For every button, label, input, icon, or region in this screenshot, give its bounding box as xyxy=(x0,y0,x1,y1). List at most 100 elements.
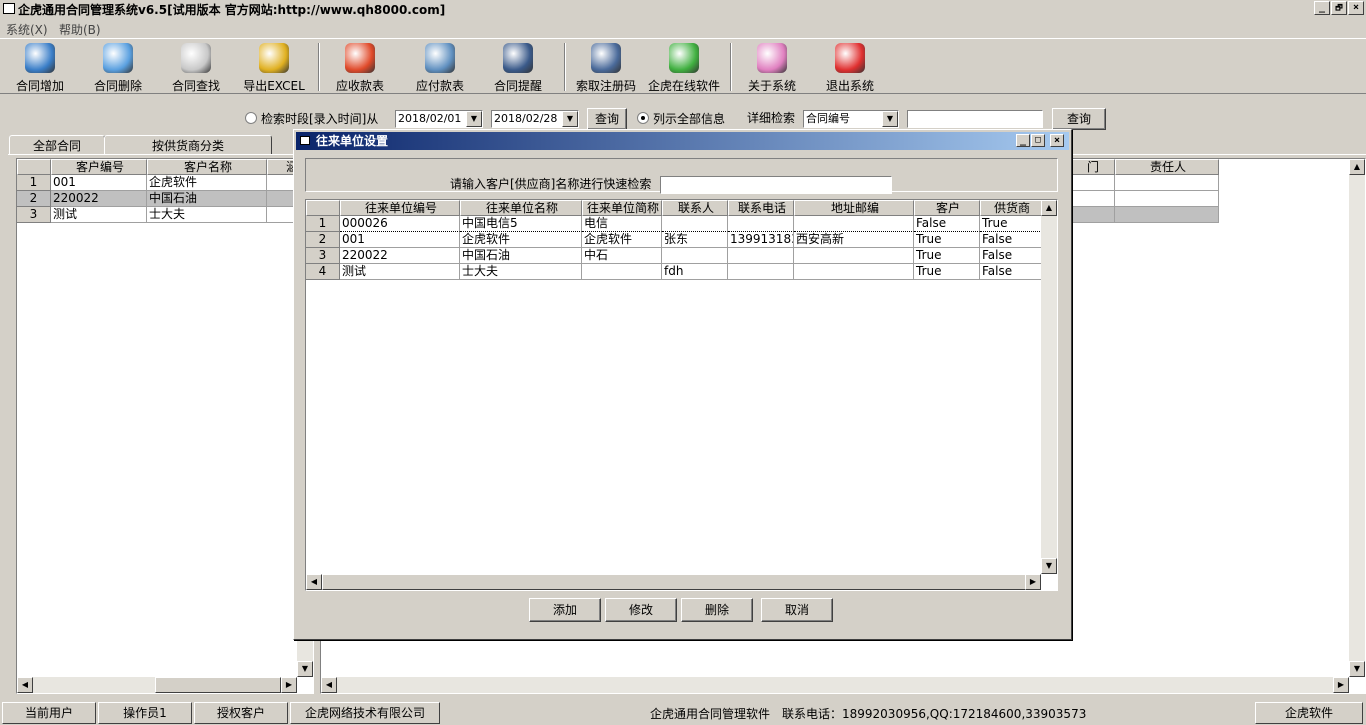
row-number: 2 xyxy=(306,232,340,248)
database-add-icon xyxy=(25,43,55,73)
toolbar-button-8[interactable]: 企虎在线软件 xyxy=(646,41,722,93)
quick-search-label: 请输入客户[供应商]名称进行快速检索 xyxy=(450,177,652,191)
toolbar-label: 合同查找 xyxy=(171,79,220,93)
toolbar-label: 应收款表 xyxy=(335,79,384,93)
toolbar-separator xyxy=(564,43,566,91)
query-button[interactable]: 查询 xyxy=(587,108,627,130)
col-customer-id[interactable]: 客户编号 xyxy=(51,159,147,175)
dialog-hscroll[interactable]: ◀ ▶ xyxy=(306,574,1041,590)
minimize-button[interactable]: _ xyxy=(1314,1,1330,15)
cell-id: 测试 xyxy=(51,207,147,223)
scroll-right-icon[interactable]: ▶ xyxy=(1333,677,1349,693)
table-cell: True xyxy=(914,248,980,264)
scroll-thumb[interactable] xyxy=(155,677,281,693)
status-operator: 操作员1 xyxy=(98,702,192,724)
partner-grid[interactable]: 往来单位编号 往来单位名称 往来单位简称 联系人 联系电话 地址邮编 客户 供货商 1 0000… xyxy=(305,199,1058,591)
scroll-down-icon[interactable]: ▼ xyxy=(1349,661,1365,677)
toolbar-button-0[interactable]: 合同增加 xyxy=(2,41,78,93)
restore-button[interactable]: 🗗 xyxy=(1331,1,1347,15)
date-from-picker[interactable]: 2018/02/01 ▼ xyxy=(395,110,483,128)
menu-help[interactable]: 帮助(B) xyxy=(59,21,101,38)
toolbar-button-7[interactable]: 索取注册码 xyxy=(568,41,644,93)
table-cell xyxy=(728,248,794,264)
quick-search-input[interactable] xyxy=(660,176,892,194)
dialog-title: 往来单位设置 xyxy=(296,132,1069,150)
scroll-thumb[interactable] xyxy=(322,574,1028,590)
magnifier-icon xyxy=(181,43,211,73)
table-cell: 企虎软件 xyxy=(582,232,662,248)
dialog-vscroll[interactable]: ▲ ▼ xyxy=(1041,200,1057,574)
toolbar-button-3[interactable]: 导出EXCEL xyxy=(236,41,312,93)
edit-button[interactable]: 修改 xyxy=(605,598,677,622)
query-button-2[interactable]: 查询 xyxy=(1052,108,1106,130)
range-label: 检索时段[录入时间]从 xyxy=(261,112,379,126)
scroll-down-icon[interactable]: ▼ xyxy=(297,661,313,677)
toolbar-label: 合同删除 xyxy=(93,79,142,93)
toolbar-button-2[interactable]: 合同查找 xyxy=(158,41,234,93)
scroll-down-icon[interactable]: ▼ xyxy=(1041,558,1057,574)
status-contact: 联系电话：18992030956,QQ:172184600,33903573 xyxy=(782,707,1087,721)
cell-name: 中国石油 xyxy=(147,191,267,207)
chevron-down-icon[interactable]: ▼ xyxy=(466,111,482,127)
col-header-0[interactable]: 往来单位编号 xyxy=(340,200,460,216)
table-cell: 中国石油 xyxy=(460,248,582,264)
cell-id: 220022 xyxy=(51,191,147,207)
col-header-4[interactable]: 联系电话 xyxy=(728,200,794,216)
dialog-maximize-button[interactable]: □ xyxy=(1031,134,1045,147)
col-header-5[interactable]: 地址邮编 xyxy=(794,200,914,216)
right-vscroll[interactable]: ▲ ▼ xyxy=(1349,159,1365,677)
title-bar: 企虎通用合同管理系统v6.5[试用版本 官方网站:http://www.qh80… xyxy=(0,0,1366,18)
toolbar-button-5[interactable]: 应付款表 xyxy=(402,41,478,93)
menu-system[interactable]: 系统(X) xyxy=(6,21,48,38)
scroll-left-icon[interactable]: ◀ xyxy=(306,574,322,590)
toolbar-label: 合同提醒 xyxy=(493,79,542,93)
toolbar-separator xyxy=(730,43,732,91)
status-bar: 当前用户 操作员1 授权客户 企虎网络技术有限公司 企虎通用合同管理软件 联系电… xyxy=(0,700,1366,725)
col-header-3[interactable]: 联系人 xyxy=(662,200,728,216)
close-button[interactable]: × xyxy=(1348,1,1364,15)
dialog-minimize-button[interactable]: _ xyxy=(1016,134,1030,147)
cancel-button[interactable]: 取消 xyxy=(761,598,833,622)
col-owner[interactable]: 责任人 xyxy=(1115,159,1219,175)
toolbar-button-6[interactable]: 合同提醒 xyxy=(480,41,556,93)
col-header-1[interactable]: 往来单位名称 xyxy=(460,200,582,216)
add-button[interactable]: 添加 xyxy=(529,598,601,622)
col-header-6[interactable]: 客户 xyxy=(914,200,980,216)
scroll-up-icon[interactable]: ▲ xyxy=(1349,159,1365,175)
col-header-7[interactable]: 供货商 xyxy=(980,200,1042,216)
menu-bar: 系统(X) 帮助(B) xyxy=(0,18,1366,38)
delete-button[interactable]: 删除 xyxy=(681,598,753,622)
left-hscroll[interactable]: ◀ ▶ xyxy=(17,677,297,693)
toolbar-button-10[interactable]: 退出系统 xyxy=(812,41,888,93)
tab-all-contracts[interactable]: 全部合同 xyxy=(9,135,105,155)
table-cell: False xyxy=(980,232,1042,248)
scroll-left-icon[interactable]: ◀ xyxy=(321,677,337,693)
register-icon xyxy=(591,43,621,73)
all-radio[interactable] xyxy=(637,112,649,124)
toolbar-label: 索取注册码 xyxy=(575,79,636,93)
range-radio[interactable] xyxy=(245,112,257,124)
toolbar-button-1[interactable]: 合同删除 xyxy=(80,41,156,93)
col-dept[interactable]: 门 xyxy=(1069,159,1115,175)
col-customer-name[interactable]: 客户名称 xyxy=(147,159,267,175)
toolbar-button-4[interactable]: 应收款表 xyxy=(322,41,398,93)
about-icon xyxy=(757,43,787,73)
customer-grid[interactable]: 客户编号 客户名称 涵 1 001 企虎软件 2 220022 中国石油 3 测试 士大夫 ▼ … xyxy=(16,158,314,694)
toolbar-button-9[interactable]: 关于系统 xyxy=(734,41,810,93)
right-hscroll[interactable]: ◀ ▶ xyxy=(321,677,1349,693)
chevron-down-icon[interactable]: ▼ xyxy=(562,111,578,127)
date-to-picker[interactable]: 2018/02/28 ▼ xyxy=(491,110,579,128)
col-header-2[interactable]: 往来单位简称 xyxy=(582,200,662,216)
chevron-down-icon[interactable]: ▼ xyxy=(882,111,898,127)
tab-by-supplier[interactable]: 按供货商分类 xyxy=(104,135,272,155)
row-number: 3 xyxy=(306,248,340,264)
scroll-left-icon[interactable]: ◀ xyxy=(17,677,33,693)
detail-label: 详细检索 xyxy=(747,111,796,125)
scroll-up-icon[interactable]: ▲ xyxy=(1041,200,1057,216)
scroll-right-icon[interactable]: ▶ xyxy=(281,677,297,693)
detail-field-select[interactable]: 合同编号 ▼ xyxy=(803,110,899,128)
detail-query-input[interactable] xyxy=(907,110,1043,128)
scroll-right-icon[interactable]: ▶ xyxy=(1025,574,1041,590)
dialog-close-button[interactable]: × xyxy=(1050,134,1064,147)
row-number: 4 xyxy=(306,264,340,280)
